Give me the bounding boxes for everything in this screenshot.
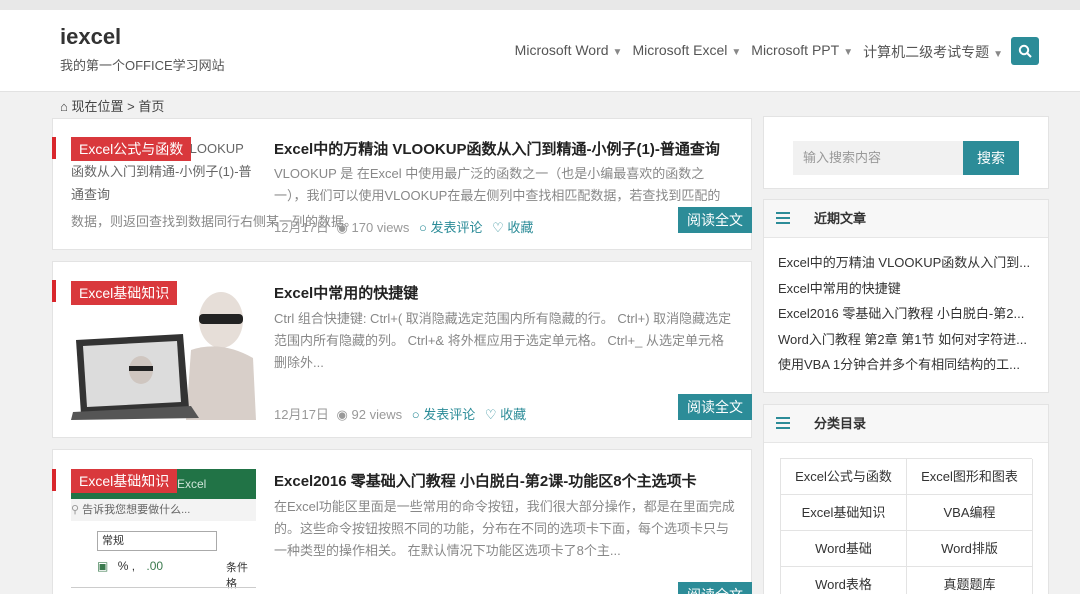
- site-header: iexcel 我的第一个OFFICE学习网站 Microsoft Word ▼ M…: [0, 10, 1080, 92]
- menu-icon: [776, 212, 790, 227]
- recent-list: Excel中的万精油 VLOOKUP函数从入门到... Excel中常用的快捷键…: [764, 238, 1048, 378]
- post-excerpt: VLOOKUP 是 在Excel 中使用最广泛的函数之一（也是小编最喜欢的函数之…: [274, 166, 721, 203]
- eye-icon: ◉: [336, 407, 348, 422]
- comment-icon: ○: [411, 407, 420, 422]
- recent-header: 近期文章: [764, 200, 1048, 238]
- read-more-button[interactable]: 阅读全文: [678, 207, 752, 233]
- excel-divider: [71, 587, 256, 588]
- search-icon: [1018, 44, 1032, 58]
- post-excerpt: 在Excel功能区里面是一些常用的命令按钮，我们很大部分操作，都是在里面完成的。…: [274, 499, 735, 558]
- post-date: 12月17日: [274, 220, 329, 235]
- category-grid: Excel公式与函数 Excel图形和图表 Excel基础知识 VBA编程 Wo…: [780, 458, 1033, 594]
- post-meta: 12月17日 ◉ 170 views ○ 发表评论 ♡ 收藏: [274, 217, 533, 236]
- caret-down-icon: ▼: [612, 47, 623, 58]
- home-icon: ⌂: [60, 99, 68, 114]
- header-search-button[interactable]: [1011, 37, 1039, 65]
- site-tagline: 我的第一个OFFICE学习网站: [60, 58, 225, 73]
- recent-item[interactable]: 使用VBA 1分钟合并多个有相同结构的工...: [764, 352, 1048, 378]
- search-submit-button[interactable]: 搜索: [963, 141, 1019, 175]
- category-badge[interactable]: Excel公式与函数: [71, 137, 192, 161]
- breadcrumb-current[interactable]: 首页: [138, 99, 164, 114]
- nav-item-word[interactable]: Microsoft Word ▼: [515, 42, 623, 62]
- search-input[interactable]: 输入搜索内容: [793, 141, 963, 175]
- post-title[interactable]: Excel中的万精油 VLOOKUP函数从入门到精通-小例子(1)-普通查询: [274, 138, 720, 159]
- post-title[interactable]: Excel中常用的快捷键: [274, 282, 418, 303]
- excel-format-box: 常规: [97, 531, 217, 551]
- comment-link[interactable]: ○ 发表评论: [412, 407, 476, 422]
- read-more-button[interactable]: 阅读全文: [678, 582, 752, 594]
- comment-link[interactable]: ○ 发表评论: [419, 220, 483, 235]
- site-logo[interactable]: iexcel: [60, 24, 121, 50]
- nav-item-exam[interactable]: 计算机二级考试专题 ▼: [863, 42, 1003, 62]
- category-link[interactable]: Excel基础知识: [781, 495, 907, 531]
- heart-icon: ♡: [484, 407, 497, 422]
- menu-icon: [776, 417, 790, 432]
- excel-format-row: ▣ % , .00: [97, 559, 164, 573]
- breadcrumb-separator: >: [127, 99, 135, 114]
- category-marker: [52, 280, 56, 302]
- read-more-button[interactable]: 阅读全文: [678, 394, 752, 420]
- sidebar-recent: 近期文章 Excel中的万精油 VLOOKUP函数从入门到... Excel中常…: [763, 199, 1049, 393]
- recent-item[interactable]: Word入门教程 第2章 第1节 如何对字符进...: [764, 327, 1048, 353]
- category-marker: [52, 469, 56, 491]
- favorite-link[interactable]: ♡ 收藏: [492, 220, 533, 235]
- category-marker: [52, 137, 56, 159]
- categories-header: 分类目录: [764, 405, 1048, 443]
- category-link[interactable]: Word基础: [781, 531, 907, 567]
- nav-item-ppt[interactable]: Microsoft PPT ▼: [751, 42, 853, 62]
- excel-app-label: Excel: [177, 477, 207, 491]
- category-badge[interactable]: Excel基础知识: [71, 469, 178, 493]
- excel-tellme-bar: ⚲ 告诉我您想要做什么...: [71, 499, 256, 521]
- post-date: 12月17日: [274, 407, 329, 422]
- nav-item-excel[interactable]: Microsoft Excel ▼: [632, 42, 741, 62]
- post-meta: 12月17日 ◉ 92 views ○ 发表评论 ♡ 收藏: [274, 404, 526, 423]
- comment-icon: ○: [418, 220, 427, 235]
- lightbulb-icon: ⚲: [71, 504, 80, 516]
- heart-icon: ♡: [492, 220, 504, 235]
- post-excerpt: Ctrl 组合快捷键: Ctrl+( 取消隐藏选定范围内所有隐藏的行。 Ctrl…: [274, 311, 732, 370]
- caret-down-icon: ▼: [843, 47, 854, 58]
- currency-icon: ▣: [97, 559, 109, 573]
- sidebar-categories: 分类目录 Excel公式与函数 Excel图形和图表 Excel基础知识 VBA…: [763, 404, 1049, 594]
- post-views: 170 views: [351, 220, 410, 235]
- recent-item[interactable]: Excel2016 零基础入门教程 小白脱白-第2...: [764, 301, 1048, 327]
- post-card: Excel ⚲ 告诉我您想要做什么... 常规 ▣ % , .00 条件格 Ex…: [52, 449, 752, 594]
- recent-item[interactable]: Excel中的万精油 VLOOKUP函数从入门到...: [764, 250, 1048, 276]
- category-link[interactable]: Excel公式与函数: [781, 459, 907, 495]
- category-link[interactable]: VBA编程: [907, 495, 1033, 531]
- decimal-icon: .00: [146, 559, 164, 573]
- sidebar-search: 输入搜索内容 搜索: [763, 116, 1049, 189]
- recent-item[interactable]: Excel中常用的快捷键: [764, 276, 1048, 302]
- category-badge[interactable]: Excel基础知识: [71, 281, 178, 305]
- top-bar: [0, 0, 1080, 10]
- favorite-link[interactable]: ♡ 收藏: [485, 407, 526, 422]
- breadcrumb-label: 现在位置: [71, 99, 124, 114]
- category-link[interactable]: Word排版: [907, 531, 1033, 567]
- category-link[interactable]: Word表格: [781, 567, 907, 594]
- category-link[interactable]: 真题题库: [907, 567, 1033, 594]
- post-title[interactable]: Excel2016 零基础入门教程 小白脱白-第2课-功能区8个主选项卡: [274, 470, 697, 491]
- post-card: Excel公式与函数 VLOOKUP函数从入门到精通-小例子(1)-普通查询 数…: [52, 118, 752, 250]
- post-card: Excel基础知识 Excel中常用的快捷键 Ctrl 组合快捷键: Ctrl+…: [52, 261, 752, 438]
- post-views: 92 views: [351, 407, 403, 422]
- main-nav: Microsoft Word ▼ Microsoft Excel ▼ Microso…: [505, 42, 1003, 62]
- category-link[interactable]: Excel图形和图表: [907, 459, 1033, 495]
- breadcrumb: ⌂ 现在位置 > 首页: [60, 96, 164, 115]
- caret-down-icon: ▼: [731, 47, 742, 58]
- caret-down-icon: ▼: [993, 49, 1003, 60]
- eye-icon: ◉: [336, 220, 348, 235]
